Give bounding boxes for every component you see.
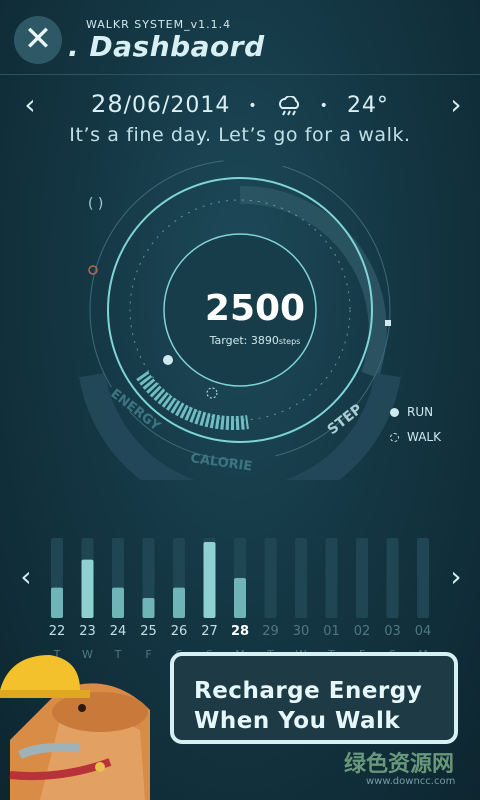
orbit-node (163, 355, 173, 365)
day-number: 24 (109, 624, 127, 639)
day-bar[interactable] (51, 587, 63, 618)
day-number: 26 (170, 624, 188, 639)
day-bar[interactable] (234, 578, 246, 618)
day-number: 27 (201, 624, 218, 639)
orbit-node-dashed (206, 387, 218, 399)
callout-line-1: Recharge Energy (194, 678, 423, 704)
day-number: 23 (79, 624, 96, 639)
page-title: . Dashbaord (68, 30, 265, 63)
legend-run: RUN (390, 405, 433, 419)
day-bar[interactable] (173, 587, 185, 618)
watermark-cn: 绿色资源网 (344, 752, 455, 777)
weekly-step-chart (51, 538, 429, 618)
day-number: 04 (414, 624, 432, 639)
day-bar[interactable] (81, 559, 94, 618)
day-number: 03 (384, 624, 401, 639)
date-weather-row: 28/06/2014 • • 24° (0, 90, 480, 118)
top-bar: ✕ WALKR SYSTEM_v1.1.4 . Dashbaord (0, 0, 480, 75)
day-number: 28 (230, 624, 250, 639)
recharge-energy-callout: Recharge Energy When You Walk (170, 652, 458, 744)
day-bar[interactable] (112, 587, 124, 618)
separator-dot: • (319, 98, 329, 114)
date-day: 28 (91, 90, 124, 118)
bar-track (295, 538, 307, 618)
run-dot-icon (390, 408, 399, 417)
bar-track (417, 538, 429, 618)
bar-track (264, 538, 277, 618)
legend-walk: WALK (390, 430, 441, 444)
watermark-url: www.downcc.com (366, 776, 456, 787)
greeting-message: It’s a fine day. Let’s go for a walk. (69, 124, 411, 146)
day-bar[interactable] (203, 542, 216, 618)
step-count: 2500 (204, 288, 306, 329)
cloud-rain-icon (278, 95, 299, 116)
bar-track (386, 538, 399, 618)
segment-label-calorie: CALORIE (189, 451, 253, 475)
temperature: 24° (346, 93, 389, 118)
svg-text:( ): ( ) (88, 196, 103, 212)
separator-dot: • (248, 98, 258, 114)
day-number: 01 (323, 624, 340, 639)
bar-track (325, 538, 338, 618)
day-number: 02 (353, 624, 371, 639)
close-icon[interactable]: ✕ (14, 16, 62, 64)
day-number: 25 (140, 624, 157, 639)
day-number: 30 (292, 624, 310, 639)
bar-track (356, 538, 368, 618)
walk-dot-icon (390, 433, 399, 442)
day-number: 29 (262, 624, 279, 639)
callout-line-2: When You Walk (194, 708, 401, 734)
day-bar[interactable] (142, 598, 155, 618)
date-month-year: /06/2014 (123, 93, 231, 118)
step-target: Target: 3890steps (209, 334, 301, 347)
day-number: 22 (48, 624, 66, 639)
